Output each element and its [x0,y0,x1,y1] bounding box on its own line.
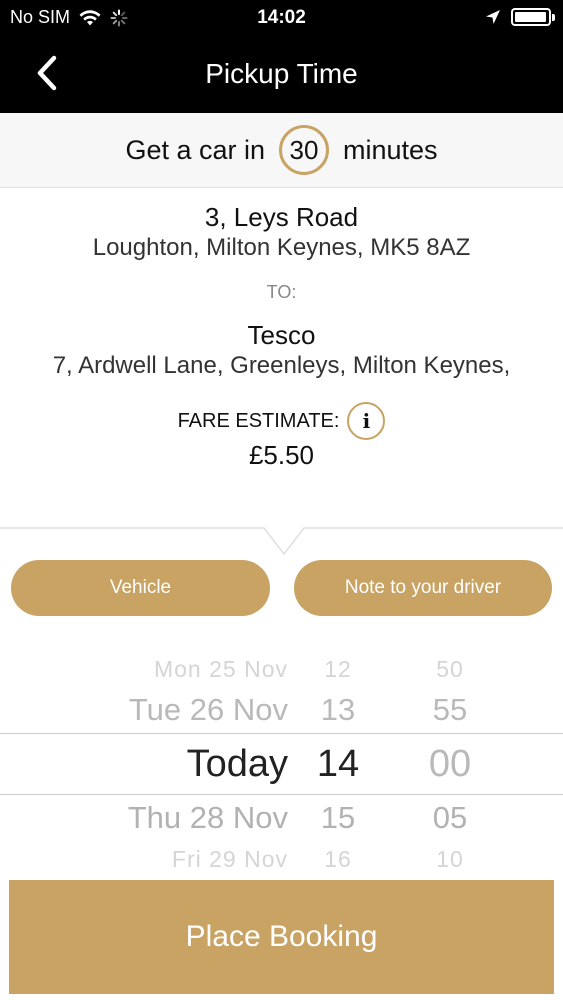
picker-day[interactable]: Mon 25 Nov [154,656,288,683]
pickup-name: 3, Leys Road [204,202,359,232]
section-divider [0,527,563,556]
picker-day[interactable]: Thu 28 Nov [128,800,288,836]
picker-hour[interactable]: 13 [321,692,355,728]
picker-day[interactable]: Tue 26 Nov [129,692,288,728]
picker-hour[interactable]: 12 [324,656,352,683]
note-to-driver-button[interactable]: Note to your driver [294,560,552,616]
picker-hour[interactable]: 15 [321,800,355,836]
pickup-time-picker[interactable]: Mon 25 Nov 12 50 Tue 26 Nov 13 55 Today … [0,640,563,875]
eta-minutes-badge: 30 [279,125,329,175]
destination-name: Tesco [247,320,316,350]
picker-day-selected[interactable]: Today [187,743,288,786]
status-time: 14:02 [257,7,306,28]
fare-label: FARE ESTIMATE: [177,409,340,432]
picker-minute[interactable]: 05 [433,800,467,836]
picker-minute[interactable]: 55 [433,692,467,728]
eta-bar: Get a car in 30 minutes [0,113,563,188]
to-label: TO: [266,282,297,302]
trip-summary: 3, Leys Road Loughton, Milton Keynes, MK… [0,188,563,528]
picker-selection-line-top [0,733,563,734]
page-title: Pickup Time [205,58,358,89]
picker-day[interactable]: Fri 29 Nov [172,846,288,873]
pickup-address: Loughton, Milton Keynes, MK5 8AZ [92,234,471,261]
battery-icon [511,8,555,26]
location-arrow-icon [486,10,500,24]
vehicle-button[interactable]: Vehicle [11,560,270,616]
picker-hour-selected[interactable]: 14 [317,743,359,786]
status-right [485,8,555,26]
picker-minute-selected[interactable]: 00 [429,743,471,786]
status-bar: No SIM 14:02 [0,0,563,36]
nav-bar: Pickup Time [0,36,563,113]
eta-prefix: Get a car in [125,134,265,165]
picker-hour[interactable]: 16 [324,846,352,873]
eta-suffix: minutes [343,134,438,165]
picker-minute[interactable]: 50 [436,656,464,683]
picker-selection-line-bottom [0,794,563,795]
destination-address: 7, Ardwell Lane, Greenleys, Milton Keyne… [52,352,511,379]
place-booking-button[interactable]: Place Booking [9,880,554,994]
info-icon[interactable]: i [347,402,386,440]
fare-value: £5.50 [248,440,315,470]
picker-minute[interactable]: 10 [436,846,464,873]
fare-row: FARE ESTIMATE: i [0,402,563,440]
